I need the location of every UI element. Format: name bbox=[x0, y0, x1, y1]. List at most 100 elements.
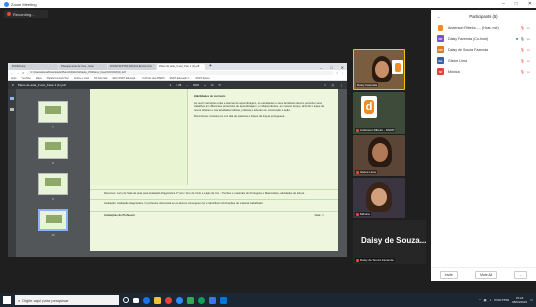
video-tile-monica[interactable]: Mônica bbox=[353, 178, 405, 218]
page-thumbnail[interactable] bbox=[38, 173, 68, 195]
network-icon[interactable]: ▦ bbox=[484, 298, 487, 302]
mic-muted-icon[interactable]: 🎙 bbox=[520, 48, 525, 52]
taskbar-search[interactable]: ⌕ Digite aqui para pesquisar bbox=[15, 295, 119, 305]
browser-tab[interactable]: ZOOM Hop bbox=[10, 64, 58, 70]
bookmark-item[interactable]: ENDT Educação f... bbox=[170, 77, 191, 80]
signature-row: Anotações do Professor Data: / / bbox=[90, 211, 338, 219]
url-input[interactable]: C:/Users/elena/Downloads/Plano%20de%20au… bbox=[27, 71, 334, 75]
blue-app-icon[interactable] bbox=[209, 296, 216, 304]
print-icon[interactable]: ⎙ bbox=[332, 83, 334, 88]
notifications-icon[interactable]: ▭ bbox=[530, 298, 533, 302]
tile-name: Anderson Ribeiro - DSOP bbox=[355, 128, 396, 132]
recording-label: Recording... bbox=[13, 11, 35, 17]
participant-row[interactable]: GL Gleice Lima 🎙 ▭ bbox=[431, 55, 536, 66]
minimize-icon[interactable]: – bbox=[320, 65, 322, 70]
language-indicator[interactable]: POR PTB2 bbox=[494, 298, 509, 302]
page-thumbnail[interactable] bbox=[38, 137, 68, 159]
window-titlebar: Zoom Meeting – □ ✕ bbox=[0, 0, 536, 8]
chrome-icon[interactable] bbox=[165, 296, 172, 304]
download-icon[interactable]: ⭳ bbox=[325, 83, 326, 88]
camera-off-icon[interactable]: ▭ bbox=[527, 26, 530, 30]
participants-footer: Invite Mute All ... bbox=[431, 267, 536, 281]
participant-row[interactable]: DF Daisy Fazenda (Co-host) ■ 🎙 ▭ bbox=[431, 33, 536, 44]
mic-muted-icon[interactable]: 🎙 bbox=[520, 26, 525, 30]
zoom-taskbar-icon[interactable] bbox=[176, 296, 183, 304]
close-button[interactable]: ✕ bbox=[528, 1, 532, 7]
page-thumbnail[interactable] bbox=[38, 101, 68, 123]
menu-icon[interactable]: ⋮ bbox=[341, 72, 344, 75]
page-total: / 26 bbox=[176, 83, 182, 87]
store-icon[interactable] bbox=[220, 296, 227, 304]
invite-button[interactable]: Invite bbox=[439, 270, 458, 279]
reload-icon[interactable]: ⟳ bbox=[22, 72, 24, 75]
video-tile-daisy-de-souza[interactable]: Daisy de Souza... Daisy de Souza Fazenda bbox=[353, 220, 426, 264]
thumbnails-icon[interactable] bbox=[10, 97, 14, 100]
camera-off-icon[interactable]: ▭ bbox=[527, 70, 530, 74]
page-current[interactable]: 1 bbox=[170, 83, 172, 87]
participant-name: Daisy de Souza Fazenda bbox=[448, 47, 489, 52]
more-button[interactable]: ... bbox=[514, 270, 528, 279]
chevron-up-icon[interactable]: ^ bbox=[479, 298, 480, 302]
zoom-in-icon[interactable]: + bbox=[204, 83, 206, 87]
bookmark-item[interactable]: Plataforma Aula Tour bbox=[47, 77, 69, 80]
bookmark-item[interactable]: Apps bbox=[11, 77, 16, 80]
bookmark-item[interactable]: Maps bbox=[36, 77, 42, 80]
browser-tab-active[interactable]: Plano de aula_3 ano_Pan 1 (1).pdf bbox=[157, 64, 205, 70]
taskbar-clock[interactable]: 15:24 08/04/2021 bbox=[512, 296, 527, 304]
pdf-filename: Plano de aula_3 ano_Fase 1 (1).pdf bbox=[17, 83, 66, 87]
star-icon[interactable]: ☆ bbox=[336, 72, 338, 75]
zoom-out-icon[interactable]: − bbox=[186, 83, 188, 87]
mic-muted-icon[interactable]: 🎙 bbox=[520, 70, 525, 74]
green-app-icon[interactable] bbox=[187, 296, 194, 304]
new-tab-button[interactable]: + bbox=[209, 63, 212, 69]
back-icon[interactable]: ← bbox=[11, 72, 14, 75]
video-icon[interactable]: ▭ bbox=[527, 37, 530, 41]
close-icon[interactable]: ✕ bbox=[341, 65, 344, 70]
participant-face bbox=[375, 61, 389, 78]
video-tile-anderson[interactable]: d Anderson Ribeiro - DSOP bbox=[353, 92, 405, 134]
browser-tab[interactable]: ZOOM SFFTDF EDUCA Ensino Fun bbox=[108, 64, 156, 70]
page-text-block: Habilidades do currículo Ao ouvir narraç… bbox=[194, 95, 330, 119]
maximize-button[interactable]: □ bbox=[515, 1, 518, 7]
forward-icon[interactable]: → bbox=[17, 72, 20, 75]
camera-on-icon[interactable]: ■ bbox=[516, 37, 518, 41]
recording-indicator[interactable]: Recording... bbox=[4, 10, 48, 18]
task-view-icon[interactable] bbox=[133, 297, 139, 303]
avatar bbox=[437, 24, 444, 31]
hamburger-icon[interactable]: ≡ bbox=[12, 83, 14, 87]
participant-name: Mônica bbox=[448, 69, 460, 74]
whatsapp-icon[interactable] bbox=[198, 296, 205, 304]
page-thumbnail-selected[interactable] bbox=[38, 209, 68, 231]
windows-start-icon[interactable] bbox=[3, 296, 11, 304]
participant-row[interactable]: Anderson Ribeiro -... (Host, me) 🎙 ▭ bbox=[431, 22, 536, 33]
browser-tab[interactable]: Planejamento de Oca - Guie bbox=[59, 64, 107, 70]
outline-icon[interactable] bbox=[10, 108, 14, 111]
camera-off-icon[interactable]: ▭ bbox=[527, 48, 530, 52]
bookmark-item[interactable]: EDU ONDT Educaçã... bbox=[113, 77, 137, 80]
mute-all-button[interactable]: Mute All bbox=[475, 270, 498, 279]
bookmark-item[interactable]: Cidrive e mais bbox=[74, 77, 89, 80]
bookmark-item[interactable]: DF Aula Star bbox=[94, 77, 108, 80]
mic-muted-icon[interactable]: 🎙 bbox=[520, 59, 525, 63]
camera-off-icon[interactable]: ▭ bbox=[527, 59, 530, 63]
bookmark-item[interactable]: YouTube bbox=[21, 77, 30, 80]
bookmark-item[interactable]: ENDT Educa bbox=[196, 77, 210, 80]
participant-row[interactable]: DD Daisy de Souza Fazenda 🎙 ▭ bbox=[431, 44, 536, 55]
edge-icon[interactable] bbox=[143, 296, 150, 304]
fit-page-icon[interactable]: ⊡ bbox=[211, 83, 214, 87]
participant-row[interactable]: M Mônica 🎙 ▭ bbox=[431, 66, 536, 77]
file-explorer-icon[interactable] bbox=[154, 296, 161, 304]
cortana-icon[interactable] bbox=[123, 297, 129, 303]
volume-icon[interactable]: ◖ bbox=[489, 298, 491, 302]
mic-muted-icon bbox=[356, 170, 359, 174]
chevron-down-icon[interactable]: ⌄ bbox=[437, 14, 440, 19]
minimize-button[interactable]: – bbox=[502, 1, 505, 7]
more-icon[interactable]: ⋮ bbox=[340, 83, 343, 88]
page-heading: Habilidades do currículo bbox=[194, 95, 226, 98]
maximize-icon[interactable]: □ bbox=[330, 65, 332, 70]
video-tile-daisy-fazenda[interactable]: Daisy Fazenda bbox=[353, 49, 405, 90]
bookmark-item[interactable]: YouTube das APEDS bbox=[142, 77, 165, 80]
video-tile-gleice[interactable]: Gleice Lima bbox=[353, 135, 405, 176]
rotate-icon[interactable]: ↻ bbox=[218, 83, 221, 87]
mic-icon[interactable]: 🎙 bbox=[520, 37, 525, 41]
